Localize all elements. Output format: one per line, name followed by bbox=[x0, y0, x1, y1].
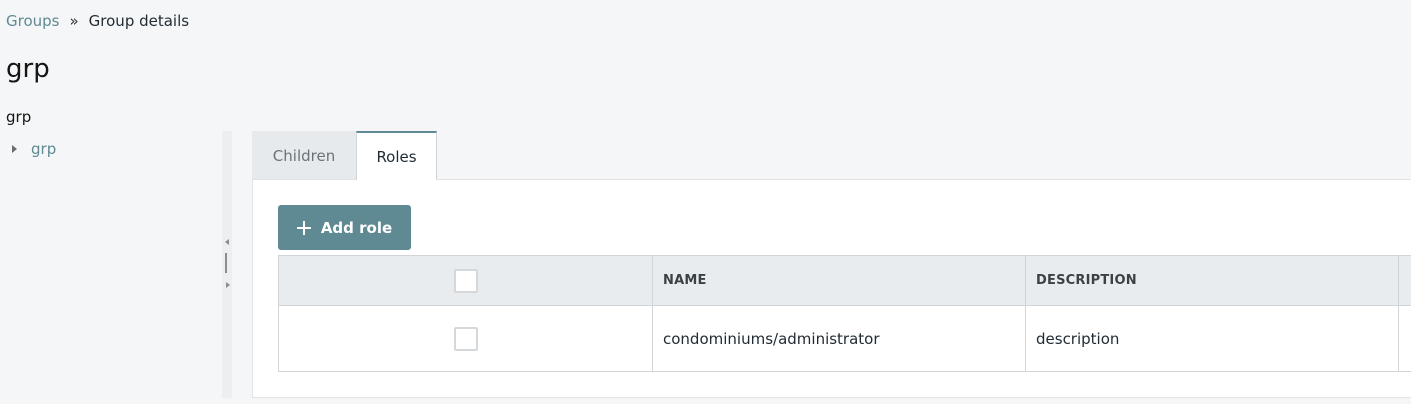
group-details-page: Groups » Group details grp grp grp Child… bbox=[0, 0, 1411, 404]
add-role-button[interactable]: Add role bbox=[278, 205, 411, 250]
plus-icon bbox=[296, 220, 311, 235]
breadcrumb: Groups » Group details bbox=[6, 12, 189, 30]
role-description: description bbox=[1036, 329, 1120, 348]
expand-right-icon[interactable] bbox=[226, 282, 230, 288]
select-all-checkbox[interactable] bbox=[453, 268, 478, 293]
role-name-cell: condominiums/administrator bbox=[653, 306, 1026, 371]
breadcrumb-separator: » bbox=[69, 12, 79, 30]
column-header-name-label: NAME bbox=[663, 273, 707, 288]
role-description-cell: description bbox=[1026, 306, 1399, 371]
tab-roles[interactable]: Roles bbox=[356, 131, 437, 180]
tree-node-label[interactable]: grp bbox=[31, 140, 56, 158]
caret-right-icon[interactable] bbox=[12, 145, 17, 153]
row-select-cell bbox=[279, 306, 653, 371]
add-role-label: Add role bbox=[320, 218, 393, 237]
column-header-overflow bbox=[1399, 256, 1411, 305]
page-title: grp bbox=[6, 54, 50, 84]
pane-splitter[interactable] bbox=[222, 131, 232, 398]
column-header-description[interactable]: DESCRIPTION bbox=[1026, 256, 1399, 305]
tab-bar: Children Roles bbox=[252, 131, 437, 180]
splitter-handle[interactable] bbox=[225, 253, 227, 273]
column-header-description-label: DESCRIPTION bbox=[1036, 273, 1137, 288]
table-row[interactable]: condominiums/administrator description bbox=[278, 305, 1411, 372]
row-checkbox[interactable] bbox=[453, 326, 478, 351]
row-overflow-cell bbox=[1399, 306, 1411, 371]
collapse-left-icon[interactable] bbox=[225, 239, 229, 245]
breadcrumb-groups-link[interactable]: Groups bbox=[6, 12, 59, 30]
role-name: condominiums/administrator bbox=[663, 329, 880, 348]
tab-children[interactable]: Children bbox=[252, 131, 356, 180]
select-all-cell bbox=[279, 256, 653, 305]
breadcrumb-current: Group details bbox=[88, 12, 190, 30]
tree-node-grp[interactable]: grp bbox=[12, 140, 56, 158]
table-header-row: NAME DESCRIPTION bbox=[278, 255, 1411, 306]
tree-root-label: grp bbox=[6, 108, 32, 126]
column-header-name[interactable]: NAME bbox=[653, 256, 1026, 305]
